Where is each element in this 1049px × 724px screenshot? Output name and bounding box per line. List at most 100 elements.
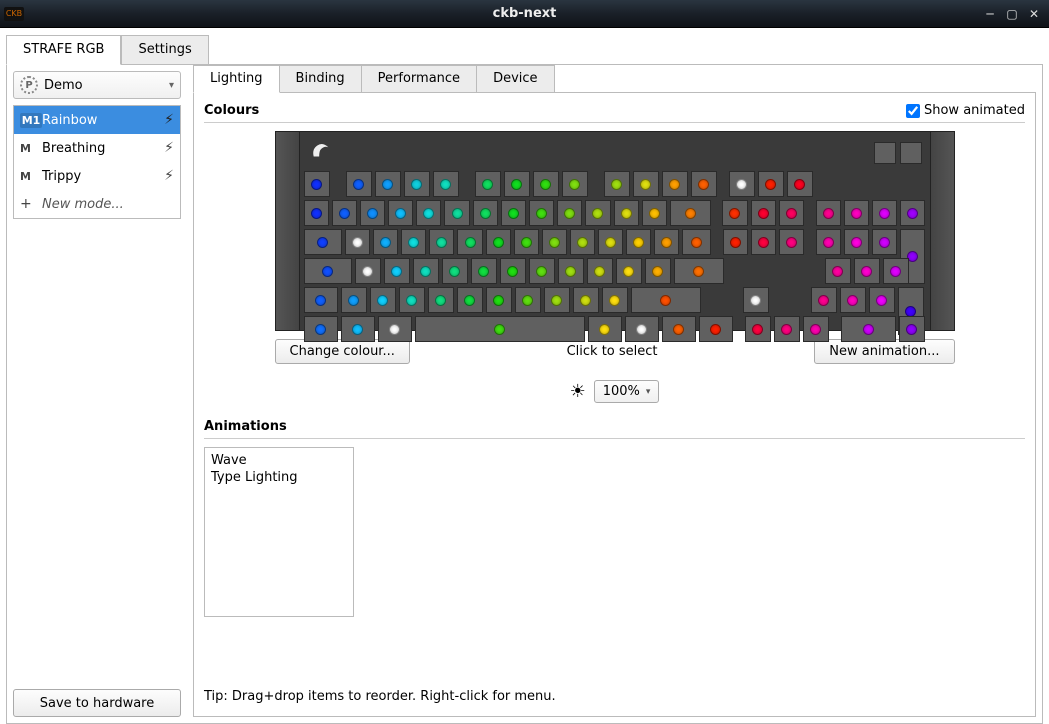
key[interactable] (872, 200, 897, 226)
key[interactable] (699, 316, 733, 342)
key[interactable] (670, 200, 711, 226)
key[interactable] (816, 229, 841, 255)
brightness-select[interactable]: 100% ▾ (594, 380, 660, 403)
key[interactable] (304, 258, 352, 284)
key[interactable] (355, 258, 381, 284)
key[interactable] (722, 200, 747, 226)
key[interactable] (841, 316, 896, 342)
key[interactable] (654, 229, 679, 255)
key[interactable] (631, 287, 701, 313)
key[interactable] (682, 229, 711, 255)
key[interactable] (429, 229, 454, 255)
key[interactable] (840, 287, 866, 313)
key[interactable] (542, 229, 567, 255)
key[interactable] (533, 171, 559, 197)
key[interactable] (375, 171, 401, 197)
key[interactable] (674, 258, 724, 284)
subtab-performance[interactable]: Performance (361, 65, 477, 93)
subtab-device[interactable]: Device (476, 65, 554, 93)
key[interactable] (844, 200, 869, 226)
key[interactable] (529, 258, 555, 284)
keyboard-preview[interactable] (275, 131, 955, 331)
key[interactable] (751, 229, 776, 255)
key[interactable] (501, 200, 526, 226)
key[interactable] (544, 287, 570, 313)
key[interactable] (399, 287, 425, 313)
key[interactable] (345, 229, 370, 255)
key[interactable] (486, 287, 512, 313)
key[interactable] (370, 287, 396, 313)
key[interactable] (384, 258, 410, 284)
key[interactable] (588, 316, 622, 342)
key[interactable] (816, 200, 841, 226)
key[interactable] (471, 258, 497, 284)
key[interactable] (723, 229, 748, 255)
key[interactable] (360, 200, 385, 226)
tab-settings[interactable]: Settings (121, 35, 208, 65)
key[interactable] (844, 229, 869, 255)
key[interactable] (341, 316, 375, 342)
key[interactable] (388, 200, 413, 226)
key[interactable] (304, 287, 338, 313)
key[interactable] (614, 200, 639, 226)
key[interactable] (373, 229, 398, 255)
key[interactable] (758, 171, 784, 197)
key[interactable] (691, 171, 717, 197)
key[interactable] (486, 229, 511, 255)
key[interactable] (504, 171, 530, 197)
save-to-hardware-button[interactable]: Save to hardware (13, 689, 181, 717)
key[interactable] (602, 287, 628, 313)
change-colour-button[interactable]: Change colour... (275, 339, 410, 364)
key[interactable] (515, 287, 541, 313)
key[interactable] (444, 200, 469, 226)
animation-item[interactable]: Type Lighting (209, 469, 349, 486)
key[interactable] (529, 200, 554, 226)
indicator-led-2[interactable] (900, 142, 922, 164)
key[interactable] (779, 200, 804, 226)
key[interactable] (500, 258, 526, 284)
key[interactable] (633, 171, 659, 197)
mode-item[interactable]: M1 Rainbow ⚡ (14, 106, 180, 134)
key[interactable] (442, 258, 468, 284)
key[interactable] (433, 171, 459, 197)
key[interactable] (457, 287, 483, 313)
subtab-lighting[interactable]: Lighting (193, 65, 280, 93)
show-animated-checkbox[interactable] (906, 104, 920, 118)
key[interactable] (304, 171, 330, 197)
key[interactable] (900, 200, 925, 226)
mode-item[interactable]: M Breathing ⚡ (14, 134, 180, 162)
key[interactable] (745, 316, 771, 342)
key[interactable] (428, 287, 454, 313)
key[interactable] (346, 171, 372, 197)
key[interactable] (585, 200, 610, 226)
key[interactable] (413, 258, 439, 284)
key[interactable] (401, 229, 426, 255)
key[interactable] (811, 287, 837, 313)
key[interactable] (573, 287, 599, 313)
key[interactable] (304, 316, 338, 342)
key[interactable] (883, 258, 909, 284)
new-mode-button[interactable]: + New mode... (14, 190, 180, 218)
key[interactable] (475, 171, 501, 197)
key[interactable] (332, 200, 357, 226)
key[interactable] (341, 287, 367, 313)
key[interactable] (645, 258, 671, 284)
key[interactable] (899, 316, 925, 342)
key[interactable] (416, 200, 441, 226)
maximize-button[interactable]: ▢ (1001, 5, 1023, 23)
key[interactable] (729, 171, 755, 197)
key[interactable] (743, 287, 769, 313)
key[interactable] (872, 229, 897, 255)
key[interactable] (779, 229, 804, 255)
minimize-button[interactable]: ─ (979, 5, 1001, 23)
tab-device-strafe[interactable]: STRAFE RGB (6, 35, 121, 65)
key[interactable] (557, 200, 582, 226)
key[interactable] (803, 316, 829, 342)
key[interactable] (514, 229, 539, 255)
animation-item[interactable]: Wave (209, 452, 349, 469)
animations-list[interactable]: WaveType Lighting (204, 447, 354, 617)
key[interactable] (751, 200, 776, 226)
profile-select[interactable]: P Demo ▾ (13, 71, 181, 99)
key[interactable] (304, 229, 343, 255)
key[interactable] (562, 171, 588, 197)
